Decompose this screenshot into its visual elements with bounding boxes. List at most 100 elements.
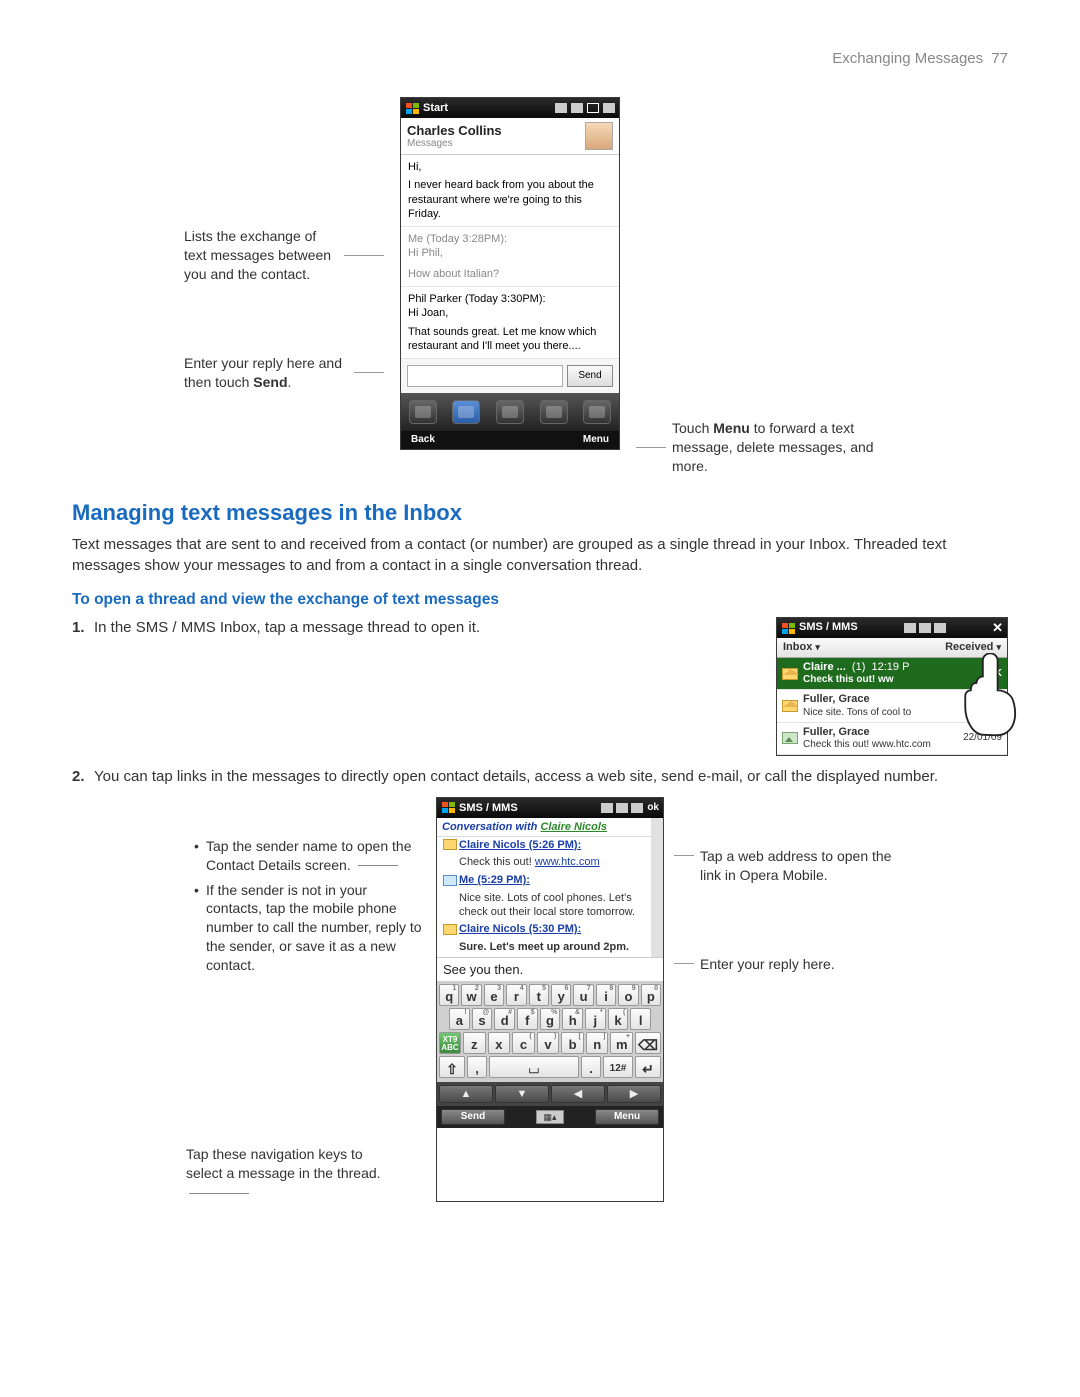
- sender-link[interactable]: Claire Nicols (5:30 PM):: [459, 923, 581, 935]
- period-key[interactable]: .: [581, 1056, 601, 1078]
- phone-screenshot-1: Start Charles Collins Messages Hi, I nev…: [400, 97, 620, 450]
- avatar: [585, 122, 613, 150]
- volume-icon: [631, 803, 643, 813]
- nav-keys-row: ▲ ▼ ◀ ▶: [437, 1082, 663, 1106]
- key-v[interactable]: v): [537, 1032, 560, 1054]
- key-x[interactable]: x: [488, 1032, 511, 1054]
- inbox-dropdown[interactable]: Inbox ▾: [783, 640, 820, 655]
- windows-flag-icon: [441, 802, 455, 814]
- callout-menu: Touch Menu to forward a text message, de…: [672, 419, 896, 476]
- menu-softkey[interactable]: Menu: [583, 431, 609, 449]
- key-o[interactable]: o9: [618, 984, 638, 1006]
- nav-right[interactable]: ▶: [607, 1085, 661, 1103]
- key-w[interactable]: w2: [461, 984, 481, 1006]
- ok-button[interactable]: ok: [647, 802, 659, 813]
- shift-key[interactable]: ⇧: [439, 1056, 465, 1078]
- key-i[interactable]: i8: [596, 984, 616, 1006]
- nav-up[interactable]: ▲: [439, 1085, 493, 1103]
- self-link[interactable]: Me (5:29 PM):: [459, 874, 530, 886]
- key-q[interactable]: q1: [439, 984, 459, 1006]
- key-p[interactable]: p0: [641, 984, 661, 1006]
- key-e[interactable]: e3: [484, 984, 504, 1006]
- tap-hand-icon: [956, 653, 1030, 737]
- sip-toggle[interactable]: ▦▴: [536, 1110, 564, 1124]
- envelope-icon: [782, 668, 798, 680]
- callout-enter-reply: Enter your reply here and then touch Sen…: [184, 354, 350, 392]
- key-u[interactable]: u7: [573, 984, 593, 1006]
- key-t[interactable]: t5: [529, 984, 549, 1006]
- envelope-icon: [443, 924, 457, 935]
- signal-icon: [919, 623, 931, 633]
- onscreen-keyboard: q1w2e3r4t5y6u7i8o9p0 a!s@d#f$g%h&j*k(l X…: [437, 981, 663, 1082]
- key-z[interactable]: z: [463, 1032, 486, 1054]
- conversation-title: Conversation with Claire Nicols: [437, 818, 651, 837]
- backspace-key[interactable]: ⌫: [635, 1032, 661, 1054]
- comma-key[interactable]: ,: [467, 1056, 487, 1078]
- figure-1: Lists the exchange of text messages betw…: [72, 97, 1008, 476]
- key-b[interactable]: b[: [561, 1032, 584, 1054]
- send-softkey[interactable]: Send: [441, 1109, 505, 1125]
- message-block: Phil Parker (Today 3:30PM): Hi Joan, Tha…: [401, 287, 619, 359]
- web-link[interactable]: www.htc.com: [535, 856, 600, 868]
- reply-field[interactable]: See you then.: [437, 957, 663, 981]
- conv-line: Claire Nicols (5:30 PM):: [437, 921, 651, 939]
- callout-list-left: Tap the sender name to open the Contact …: [186, 837, 426, 975]
- contact-name: Charles Collins: [407, 123, 585, 138]
- tray-icon[interactable]: [540, 400, 568, 424]
- mode-key[interactable]: XT9 ABC: [439, 1032, 461, 1054]
- key-j[interactable]: j*: [585, 1008, 606, 1030]
- key-y[interactable]: y6: [551, 984, 571, 1006]
- space-key[interactable]: ⌴: [489, 1056, 579, 1078]
- phone3-title: SMS / MMS: [459, 802, 518, 814]
- conv-body: Check this out! www.htc.com: [437, 854, 651, 872]
- phone-screenshot-3: SMS / MMS ok Conversation with Claire Ni…: [436, 797, 664, 1202]
- scrollbar[interactable]: [651, 818, 663, 957]
- key-m[interactable]: m+: [610, 1032, 633, 1054]
- reply-input[interactable]: [407, 365, 563, 387]
- menu-softkey[interactable]: Menu: [595, 1109, 659, 1125]
- conv-body: Nice site. Lots of cool phones. Let's ch…: [437, 890, 651, 922]
- callout-enter-reply: Enter your reply here.: [700, 955, 894, 974]
- tray-icon[interactable]: [452, 400, 480, 424]
- tray-icon[interactable]: [496, 400, 524, 424]
- sender-link[interactable]: Claire Nicols (5:26 PM):: [459, 839, 581, 851]
- key-n[interactable]: n]: [586, 1032, 609, 1054]
- figure-3: Tap the sender name to open the Contact …: [72, 797, 1008, 1202]
- key-g[interactable]: g%: [540, 1008, 561, 1030]
- phone2-topbar: SMS / MMS ✕: [777, 618, 1007, 638]
- picture-icon: [782, 732, 798, 744]
- nav-left[interactable]: ◀: [551, 1085, 605, 1103]
- nav-down[interactable]: ▼: [495, 1085, 549, 1103]
- key-d[interactable]: d#: [494, 1008, 515, 1030]
- key-r[interactable]: r4: [506, 984, 526, 1006]
- key-f[interactable]: f$: [517, 1008, 538, 1030]
- sync-icon: [601, 803, 613, 813]
- sync-icon: [904, 623, 916, 633]
- start-label[interactable]: Start: [423, 102, 448, 114]
- key-k[interactable]: k(: [608, 1008, 629, 1030]
- reply-icon: [443, 875, 457, 886]
- enter-key[interactable]: ↵: [635, 1056, 661, 1078]
- envelope-icon: [443, 839, 457, 850]
- key-s[interactable]: s@: [472, 1008, 493, 1030]
- reply-row: Send: [401, 359, 619, 393]
- phone1-topbar: Start: [401, 98, 619, 118]
- section-paragraph: Text messages that are sent to and recei…: [72, 534, 1008, 578]
- close-icon[interactable]: ✕: [992, 619, 1003, 637]
- signal-icon: [555, 103, 567, 113]
- tray-icon[interactable]: [409, 400, 437, 424]
- key-l[interactable]: l: [630, 1008, 651, 1030]
- battery-icon: [587, 103, 599, 113]
- back-softkey[interactable]: Back: [411, 431, 435, 449]
- key-c[interactable]: c(: [512, 1032, 535, 1054]
- volume-icon: [571, 103, 583, 113]
- key-a[interactable]: a!: [449, 1008, 470, 1030]
- callout-web-link: Tap a web address to open the link in Op…: [700, 847, 894, 885]
- section-heading: Managing text messages in the Inbox: [72, 500, 1008, 526]
- tray-icon[interactable]: [583, 400, 611, 424]
- numsym-key[interactable]: 12#: [603, 1056, 633, 1078]
- key-h[interactable]: h&: [562, 1008, 583, 1030]
- contact-sub: Messages: [407, 138, 585, 149]
- send-button[interactable]: Send: [567, 365, 613, 387]
- envelope-icon: [782, 700, 798, 712]
